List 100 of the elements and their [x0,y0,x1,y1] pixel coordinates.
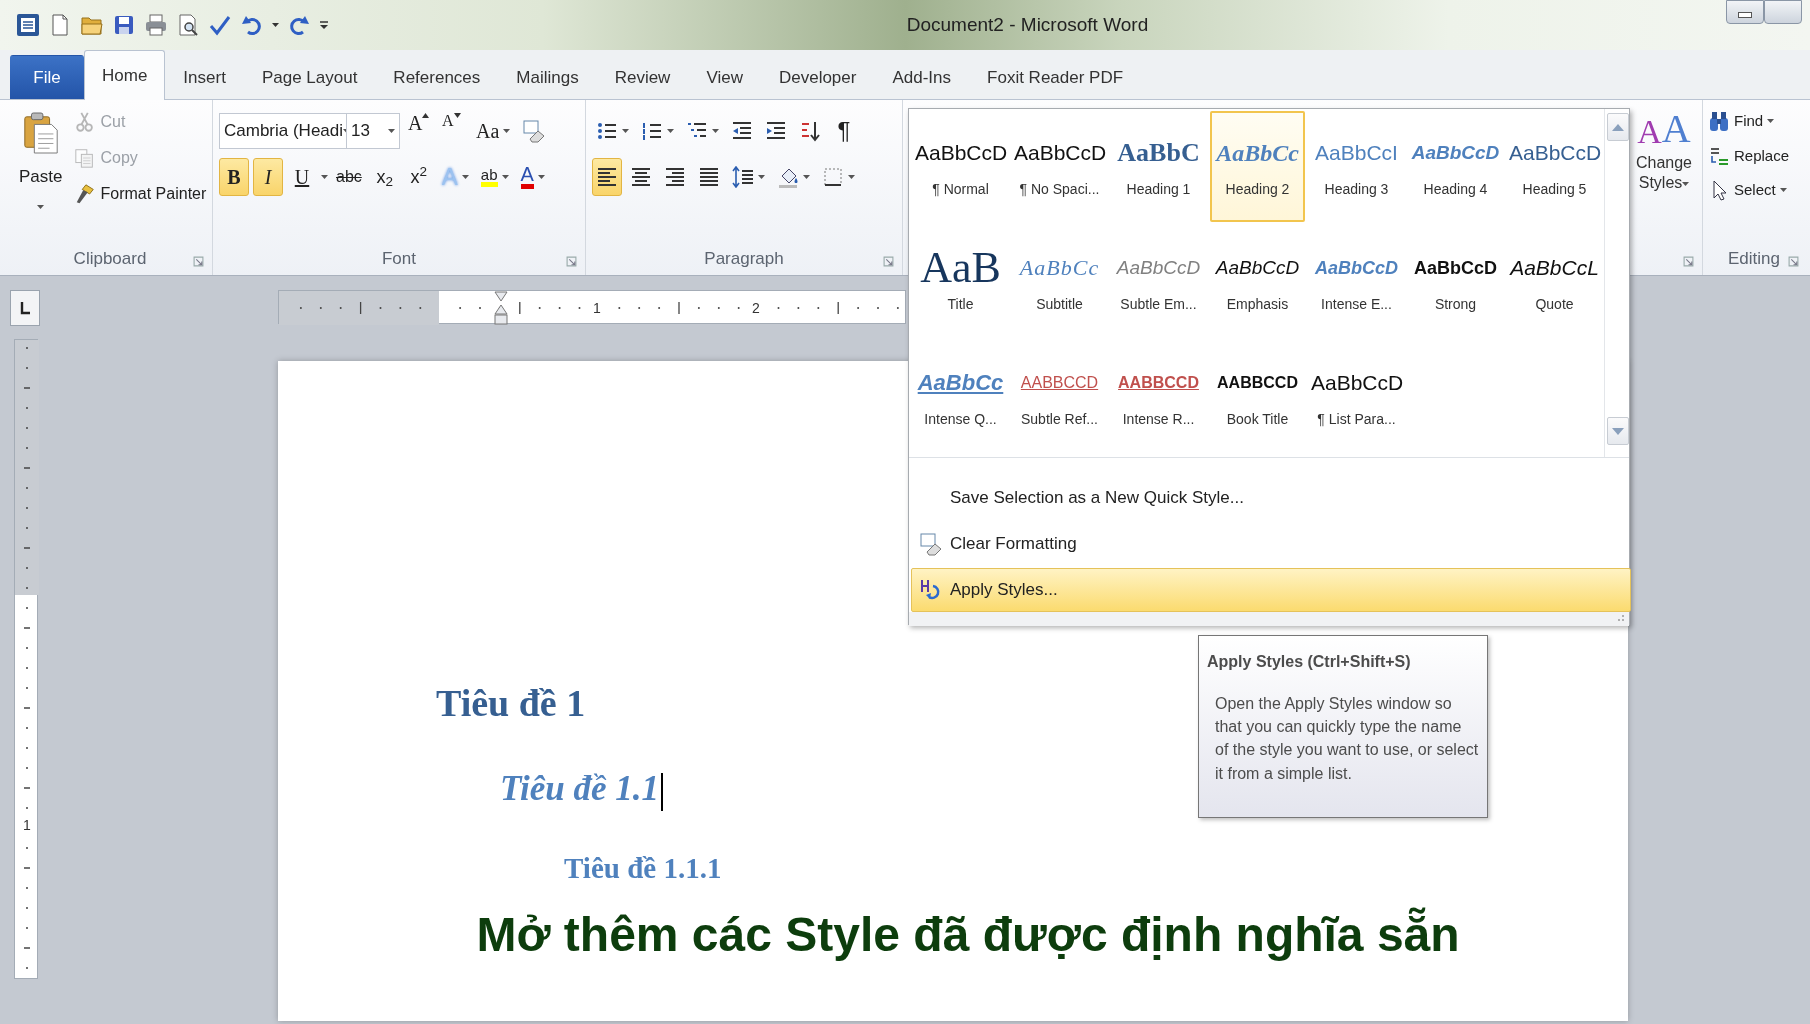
caret-icon [501,175,509,179]
ribbon-button[interactable]: Find [1707,108,1776,135]
caret-icon [803,175,810,179]
highlight-button[interactable]: ab [476,158,513,196]
style-item[interactable]: AaBbCcD ¶ List Para... [1309,341,1404,452]
format-button[interactable]: x$^{2}$ [403,158,434,196]
style-preview: AaBbCc [916,369,1005,397]
style-item[interactable]: AaBbCcD Heading 5 [1507,111,1602,222]
ribbon-tab[interactable]: Home [84,50,166,100]
dialog-launcher-icon[interactable] [883,256,894,267]
ribbon-tab[interactable]: References [375,55,499,99]
style-item[interactable]: AaB Title [913,226,1008,337]
bullets-icon [596,120,618,142]
caret-icon [321,175,328,179]
ribbon-tab[interactable]: Add-Ins [874,55,970,99]
align-left-button[interactable] [592,158,622,196]
scroll-down-button[interactable] [1607,417,1629,445]
menu-item[interactable]: Save Selection as a New Quick Style... [911,476,1631,520]
style-name: Intense Q... [923,410,998,429]
style-preview: AaB [919,246,1002,290]
ribbon-tab[interactable]: Mailings [498,55,597,99]
spelling-check-icon[interactable] [208,13,232,37]
ribbon-tab[interactable]: Page Layout [243,55,376,99]
heading-text: Tiêu đề 1.1 [500,768,660,808]
style-item[interactable]: AaBbC Heading 1 [1111,111,1206,222]
style-preview: AaBbCcD [1413,257,1498,280]
ribbon-button[interactable]: Format Painter [71,180,210,208]
style-item[interactable]: AaBbCcD Strong [1408,226,1503,337]
dialog-launcher-icon[interactable] [1788,256,1799,267]
style-item[interactable]: AABBCCD Intense R... [1111,341,1206,452]
style-item[interactable]: AaBbCcD Subtle Em... [1111,226,1206,337]
up-arrow-icon [1612,123,1624,131]
ribbon-tab[interactable]: Review [596,55,689,99]
file-tab[interactable]: File [10,55,84,99]
heading-text: Tiêu đề 1 [436,682,586,724]
change-styles-button[interactable]: AA Change Styles [1632,108,1696,249]
menu-item[interactable]: Clear Formatting [911,522,1631,566]
grow-font-button[interactable]: A [404,112,434,150]
style-name: Subtitle [1035,295,1084,314]
style-item[interactable]: AABBCCD Book Title [1210,341,1305,452]
style-preview: AaBbCcD [1314,257,1399,280]
font-name-field[interactable]: Cambria (Headi [219,113,347,149]
ribbon-tab[interactable]: Foxit Reader PDF [969,55,1142,99]
print-preview-icon[interactable] [176,13,200,37]
borders-icon [822,166,844,188]
customize-menu-icon[interactable] [319,19,329,31]
style-preview: AaBbCcD [1115,256,1202,280]
tooltip-text: Open the Apply Styles window so that you can quickly type the name of the style you want to use, or select it from a simple list. [1215,694,1479,784]
caret-icon [622,129,629,133]
change-case-button[interactable]: Aa [472,112,515,150]
font-color-button[interactable]: A [516,158,549,196]
style-item[interactable]: AaBbCcI Heading 3 [1309,111,1404,222]
format-button[interactable]: abc [332,158,366,196]
scroll-up-button[interactable] [1607,113,1629,141]
style-item[interactable]: AABBCCD Subtle Ref... [1012,341,1107,452]
dialog-launcher-icon[interactable] [1683,256,1694,267]
show-formatting-button[interactable]: ¶ [829,112,859,150]
numbering-icon [641,120,663,142]
style-item[interactable]: AaBbCc Heading 2 [1210,111,1305,222]
paste-button[interactable]: Paste [14,108,68,246]
tab-selector[interactable] [10,290,40,326]
style-item[interactable]: AaBbCcD ¶ Normal [913,111,1008,222]
style-item[interactable]: AaBbCcD Emphasis [1210,226,1305,337]
align-justify-icon [698,166,720,189]
save-icon[interactable] [112,13,136,37]
app-logo-icon[interactable] [16,13,40,37]
ruler-number: 1 [23,818,31,832]
ribbon-tab[interactable]: Insert [165,55,244,99]
style-item[interactable]: AaBbCc Subtitle [1012,226,1107,337]
resize-grip-icon[interactable] [1615,612,1625,622]
format-button[interactable]: U [287,158,317,196]
ribbon-tab[interactable]: View [688,55,761,99]
menu-item[interactable]: Apply Styles... [911,568,1631,612]
style-name: Heading 2 [1224,180,1291,199]
ribbon-button[interactable]: Select [1707,177,1788,204]
minimize-button[interactable] [1726,0,1764,24]
caret-icon [712,129,719,133]
ribbon-button[interactable]: Replace [1707,142,1791,169]
format-button[interactable]: I [253,158,283,196]
dialog-launcher-icon[interactable] [193,256,204,267]
style-name: Intense R... [1121,410,1196,429]
format-button[interactable]: B [219,158,249,196]
tab-stop-icon [19,301,31,315]
style-item[interactable]: AaBbCc Intense Q... [913,341,1008,452]
style-preview: AaBbCc [1017,254,1101,282]
style-item[interactable]: AaBbCcD Intense E... [1309,226,1404,337]
caret-icon [537,175,545,179]
format-button[interactable]: x$_{2}$ [369,158,400,196]
shrink-font-button[interactable]: A [438,112,468,150]
style-item[interactable]: AaBbCcD ¶ No Spaci... [1012,111,1107,222]
style-item[interactable]: AaBbCcL Quote [1507,226,1602,337]
dialog-launcher-icon[interactable] [566,256,577,267]
indent-marker-icon[interactable] [494,291,508,325]
style-item[interactable]: AaBbCcD Heading 4 [1408,111,1503,222]
style-preview: AaBbC [1116,137,1201,169]
ribbon-tab[interactable]: Developer [760,55,875,99]
print-icon[interactable] [144,13,168,37]
caret-icon [1682,181,1690,186]
style-name: Quote [1534,295,1575,314]
font-size-field[interactable]: 13 [346,113,400,149]
